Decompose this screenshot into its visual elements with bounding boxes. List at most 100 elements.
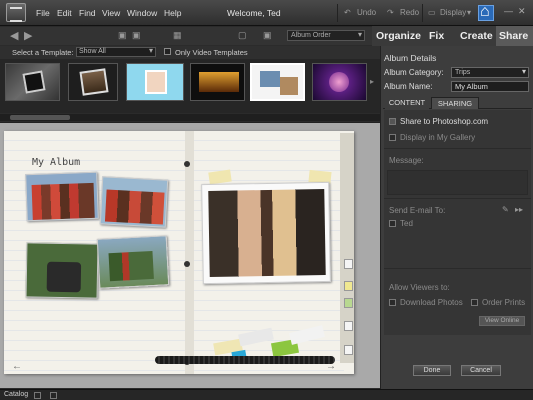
template-bar: Select a Template: Show All Only Video T… (0, 46, 380, 59)
photo-icon[interactable]: ▣ (132, 30, 141, 41)
binder-hole (184, 261, 190, 267)
view-online-button[interactable]: View Online (479, 316, 525, 326)
secondary-toolbar: ◀ ▶ ▣ ▣ ▦ ▢ ▣ Album Order (0, 27, 372, 45)
photo-trail[interactable] (96, 235, 170, 289)
template-strip: ▸ (0, 59, 380, 113)
display-gallery-checkbox[interactable] (389, 134, 396, 141)
separator (337, 4, 338, 22)
message-label: Message: (389, 156, 424, 165)
index-tab[interactable] (344, 321, 353, 331)
template-thumbnail[interactable] (312, 63, 367, 101)
share-panel: Album Details Album Category: Trips Albu… (380, 46, 533, 389)
photo-group[interactable] (99, 176, 169, 228)
divider (384, 268, 531, 269)
category-label: Album Category: (384, 68, 444, 77)
display-gallery-label: Display in My Gallery (400, 133, 476, 142)
trash-icon[interactable] (50, 392, 57, 399)
tab-sharing[interactable]: SHARING (431, 97, 479, 109)
expand-icon[interactable]: ▸▸ (515, 205, 523, 214)
send-email-label: Send E-mail To: (389, 206, 446, 215)
share-photoshop-checkbox[interactable] (389, 118, 396, 125)
tab-fix[interactable]: Fix (429, 26, 444, 46)
album-book: My Album ← → (4, 131, 354, 374)
menu-window[interactable]: Window (127, 8, 157, 18)
marker-scribble (155, 356, 335, 364)
only-video-label: Only Video Templates (175, 48, 248, 57)
download-photos-checkbox[interactable] (389, 299, 396, 306)
template-thumbnail[interactable] (5, 63, 60, 101)
catalog-label[interactable]: Catalog (4, 391, 28, 398)
message-field[interactable] (387, 170, 528, 195)
redo-icon[interactable]: ↷ (387, 8, 394, 17)
scroll-right-icon[interactable]: ▸ (370, 77, 374, 86)
close-icon[interactable]: ✕ (518, 6, 526, 17)
undo-icon[interactable]: ↶ (344, 8, 351, 17)
index-tab[interactable] (344, 281, 353, 291)
menu-file[interactable]: File (36, 8, 50, 18)
order-prints-checkbox[interactable] (471, 299, 478, 306)
scrollbar-thumb[interactable] (10, 115, 70, 120)
template-thumbnail[interactable] (68, 63, 118, 101)
done-button[interactable]: Done (413, 365, 451, 376)
tab-organize[interactable]: Organize (376, 26, 421, 46)
divider (384, 198, 531, 199)
template-thumbnail[interactable] (190, 63, 245, 101)
forward-arrow-icon[interactable]: ▶ (24, 29, 32, 42)
photo-group[interactable] (25, 171, 99, 222)
sharing-body: Share to Photoshop.com Display in My Gal… (384, 110, 531, 335)
status-bar: Catalog (0, 389, 533, 400)
divider (384, 148, 531, 149)
category-select[interactable]: Trips (451, 67, 529, 78)
photo-main[interactable] (201, 181, 331, 285)
menu-view[interactable]: View (102, 8, 120, 18)
template-select-label: Select a Template: (12, 48, 74, 57)
workspace-tabs: Organize Fix Create Share (372, 26, 533, 46)
redo-button[interactable]: Redo (400, 8, 419, 17)
menu-edit[interactable]: Edit (57, 8, 72, 18)
photo-atv[interactable] (25, 242, 99, 299)
recipient-label: Ted (400, 219, 413, 228)
index-tab[interactable] (344, 298, 353, 308)
home-icon[interactable] (478, 3, 494, 21)
template-thumbnail[interactable] (126, 63, 184, 101)
chevron-down-icon[interactable]: ▾ (467, 8, 471, 17)
index-tab[interactable] (344, 259, 353, 269)
panel-tabs: CONTENT SHARING (383, 97, 532, 109)
tab-share[interactable]: Share (496, 26, 533, 46)
binder-hole (184, 161, 190, 167)
album-name-input[interactable]: My Album (451, 81, 529, 92)
album-name-label: Album Name: (384, 82, 433, 91)
welcome-text: Welcome, Ted (227, 8, 281, 18)
display-icon[interactable]: ▭ (428, 8, 436, 17)
index-tab[interactable] (344, 345, 353, 355)
menu-help[interactable]: Help (164, 8, 181, 18)
display-menu[interactable]: Display (440, 8, 466, 17)
template-scrollbar[interactable] (0, 114, 380, 121)
undo-button[interactable]: Undo (357, 8, 376, 17)
recipient-checkbox[interactable] (389, 220, 396, 227)
grid-icon[interactable]: ▦ (173, 30, 182, 41)
tab-content[interactable]: CONTENT (385, 97, 429, 109)
album-title[interactable]: My Album (32, 157, 80, 168)
share-photoshop-label: Share to Photoshop.com (400, 117, 489, 126)
back-arrow-icon[interactable]: ◀ (10, 29, 18, 42)
sort-select[interactable]: Album Order (287, 30, 365, 41)
minimize-icon[interactable]: — (504, 6, 513, 16)
add-contact-icon[interactable]: ✎ (502, 205, 509, 214)
template-thumbnail[interactable] (250, 63, 305, 101)
cancel-button[interactable]: Cancel (461, 365, 501, 376)
menu-find[interactable]: Find (79, 8, 96, 18)
panel-toggle-icon[interactable] (34, 392, 41, 399)
view-icon[interactable]: ▢ (238, 30, 247, 41)
album-details-header: Album Details (384, 53, 437, 63)
menu-bar: File Edit Find View Window Help Welcome,… (0, 0, 533, 26)
fullscreen-icon[interactable]: ▣ (263, 30, 272, 41)
order-prints-label: Order Prints (482, 298, 526, 307)
photo-icon[interactable]: ▣ (118, 30, 127, 41)
template-select[interactable]: Show All (76, 47, 156, 57)
prev-page-icon[interactable]: ← (12, 361, 22, 372)
app-icon[interactable] (6, 3, 26, 22)
download-photos-label: Download Photos (400, 298, 463, 307)
only-video-checkbox[interactable] (164, 48, 171, 55)
tab-create[interactable]: Create (460, 26, 493, 46)
